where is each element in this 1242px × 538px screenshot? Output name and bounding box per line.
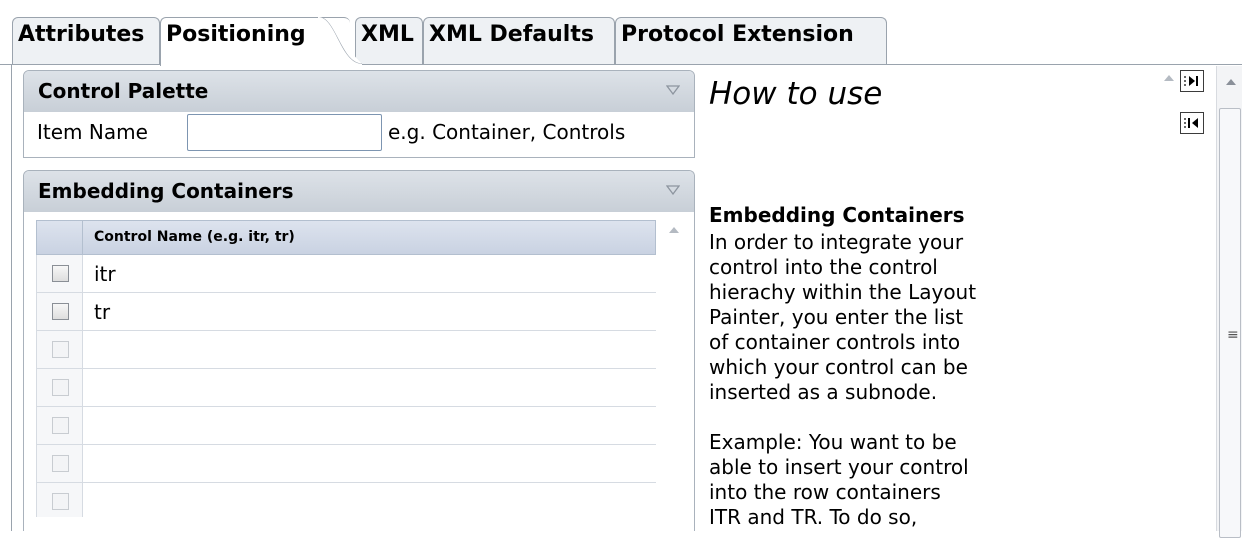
table-row[interactable]: tr	[36, 293, 656, 331]
help-title: How to use	[709, 76, 883, 112]
help-paragraph: In order to integrate your control into …	[709, 230, 976, 404]
scroll-up-icon[interactable]	[1225, 78, 1237, 86]
tab-protocol-extension[interactable]: Protocol Extension	[615, 17, 887, 65]
tab-strip: Attributes Positioning XML XML Defaults …	[0, 0, 1242, 66]
scroll-up-icon[interactable]	[1163, 74, 1175, 82]
tab-label: Positioning	[166, 22, 306, 47]
table-row[interactable]	[36, 407, 656, 445]
scrollbar-thumb[interactable]: ≡	[1219, 108, 1241, 538]
tab-label: Attributes	[18, 22, 145, 47]
tab-label: XML	[361, 22, 414, 47]
tab-label: Protocol Extension	[621, 22, 854, 47]
help-body: In order to integrate your control into …	[709, 230, 976, 531]
control-name-cell[interactable]: itr	[94, 262, 116, 286]
help-scrollbar[interactable]: ≡	[1216, 66, 1242, 538]
item-name-hint: e.g. Container, Controls	[388, 120, 626, 144]
control-name-cell[interactable]: tr	[94, 300, 110, 324]
item-name-label: Item Name	[37, 120, 148, 144]
row-checkbox[interactable]	[52, 455, 69, 472]
select-all-column[interactable]	[37, 221, 83, 254]
item-name-row: Item Name e.g. Container, Controls	[24, 112, 694, 155]
help-pane: How to use Embedding Containers In order…	[706, 66, 976, 531]
embedding-table: Control Name (e.g. itr, tr) itr tr	[24, 212, 694, 517]
table-row[interactable]	[36, 483, 656, 517]
tab-curve-decoration	[318, 17, 362, 65]
embedding-containers-header[interactable]: Embedding Containers	[24, 171, 694, 212]
column-header-control-name[interactable]: Control Name (e.g. itr, tr)	[94, 221, 295, 254]
row-checkbox[interactable]	[52, 341, 69, 358]
row-selector[interactable]	[37, 445, 83, 482]
table-row[interactable]	[36, 331, 656, 369]
help-paragraph: Example: You want to be able to insert y…	[709, 430, 969, 529]
table-header: Control Name (e.g. itr, tr)	[36, 220, 656, 255]
table-scrollbar[interactable]	[664, 220, 684, 517]
table-row[interactable]	[36, 369, 656, 407]
row-checkbox[interactable]	[52, 265, 69, 282]
row-selector[interactable]	[37, 331, 83, 368]
tab-xml-defaults[interactable]: XML Defaults	[423, 17, 615, 65]
row-selector[interactable]	[37, 483, 83, 517]
expand-pane-icon	[1184, 76, 1198, 86]
row-selector[interactable]	[37, 369, 83, 406]
table-row[interactable]	[36, 445, 656, 483]
collapse-pane-button[interactable]	[1180, 112, 1204, 134]
table-row[interactable]: itr	[36, 255, 656, 293]
control-palette-header[interactable]: Control Palette	[24, 71, 694, 112]
row-selector[interactable]	[37, 293, 83, 330]
item-name-input[interactable]	[187, 114, 382, 151]
help-heading: Embedding Containers	[709, 203, 965, 227]
expand-pane-button[interactable]	[1180, 70, 1204, 92]
row-selector[interactable]	[37, 407, 83, 444]
section-title: Embedding Containers	[38, 179, 294, 203]
row-selector[interactable]	[37, 255, 83, 292]
table-rows: itr tr	[36, 255, 656, 517]
tab-xml[interactable]: XML	[355, 17, 423, 65]
row-checkbox[interactable]	[52, 303, 69, 320]
row-checkbox[interactable]	[52, 493, 69, 510]
row-checkbox[interactable]	[52, 379, 69, 396]
tab-attributes[interactable]: Attributes	[12, 17, 160, 65]
collapse-pane-icon	[1184, 118, 1198, 128]
scroll-up-icon[interactable]	[668, 226, 680, 234]
section-title: Control Palette	[38, 79, 209, 103]
panel-border	[11, 65, 12, 531]
embedding-containers-section: Embedding Containers Control Name (e.g. …	[23, 170, 695, 531]
tab-label: XML Defaults	[429, 22, 594, 47]
row-checkbox[interactable]	[52, 417, 69, 434]
control-palette-section: Control Palette Item Name e.g. Container…	[23, 70, 695, 158]
grip-icon: ≡	[1227, 327, 1239, 343]
triangle-down-icon[interactable]	[666, 85, 680, 95]
triangle-down-icon[interactable]	[666, 185, 680, 195]
